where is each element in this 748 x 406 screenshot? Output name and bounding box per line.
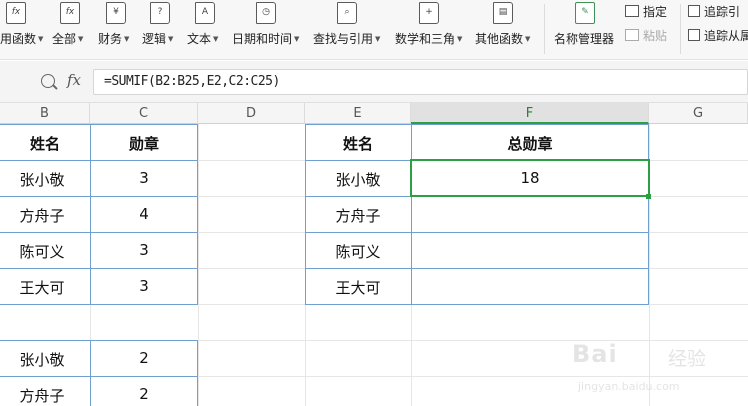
table-border — [305, 268, 649, 269]
table-border — [305, 124, 649, 125]
other-label: 其他函数 ▼ — [475, 32, 531, 46]
table-cell[interactable]: 2 — [90, 349, 198, 367]
table-border — [0, 304, 198, 305]
table-border — [0, 232, 198, 233]
all-functions-button[interactable]: fx 全部 ▼ — [50, 0, 92, 60]
header-cell-name[interactable]: 姓名 — [0, 133, 90, 154]
formula-text: =SUMIF(B2:B25,E2,C2:C25) — [104, 74, 280, 89]
header-cell-medal[interactable]: 勋章 — [90, 133, 198, 154]
other-book-icon: ▤ — [493, 2, 513, 24]
recent-functions-label: 用函数 ▼ — [0, 32, 44, 46]
zoom-icon[interactable] — [41, 74, 55, 88]
header-cell-total-medal[interactable]: 总勋章 — [411, 133, 649, 154]
paste-label: 粘贴 — [643, 29, 668, 43]
table-border — [0, 196, 198, 197]
math-book-icon: + — [419, 2, 439, 24]
clock-book-icon: ◷ — [256, 2, 276, 24]
table-cell[interactable]: 方舟子 — [0, 385, 84, 406]
table-border — [0, 124, 198, 125]
yen-book-icon: ¥ — [106, 2, 126, 24]
text-label: 文本 ▼ — [187, 32, 219, 46]
table-cell[interactable]: 3 — [90, 169, 198, 187]
ribbon-toolbar: fx 用函数 ▼ fx 全部 ▼ ¥ 财务 ▼ ? 逻辑 ▼ A 文本 ▼ ◷ 日期和时间… — [0, 0, 748, 60]
recent-functions-button[interactable]: fx 用函数 ▼ — [0, 0, 44, 60]
logic-label: 逻辑 ▼ — [142, 32, 174, 46]
table-cell[interactable]: 王大可 — [0, 277, 84, 298]
text-book-icon: A — [195, 2, 215, 24]
fill-handle[interactable] — [646, 194, 651, 199]
column-header-d[interactable]: D — [198, 103, 305, 124]
header-cell-name[interactable]: 姓名 — [305, 133, 411, 154]
trace-dependents-label: 追踪从属 — [704, 29, 748, 43]
table-border — [0, 160, 198, 161]
table-cell[interactable]: 张小敬 — [305, 169, 411, 190]
paste-button[interactable]: 粘贴 — [625, 27, 667, 44]
table-cell[interactable]: 方舟子 — [0, 205, 84, 226]
table-cell[interactable]: 张小敬 — [0, 169, 84, 190]
magnifier-book-icon: ⌕ — [337, 2, 357, 24]
finance-label: 财务 ▼ — [98, 32, 130, 46]
watermark-text: 经验 — [668, 348, 707, 370]
table-cell[interactable]: 3 — [90, 241, 198, 259]
gridline — [198, 124, 199, 406]
column-header-e[interactable]: E — [305, 103, 411, 124]
all-functions-label: 全部 ▼ — [52, 32, 84, 46]
name-manager-label: 名称管理器 — [554, 32, 615, 46]
name-manager-icon: ✎ — [575, 2, 595, 24]
fx-icon[interactable]: fx — [67, 71, 81, 89]
trace-dependents-button[interactable]: 追踪从属 — [688, 27, 748, 44]
column-header-c[interactable]: C — [90, 103, 198, 124]
math-functions-button[interactable]: + 数学和三角 ▼ — [395, 0, 469, 60]
ribbon-divider — [680, 4, 681, 54]
column-header-f[interactable]: F — [411, 103, 649, 124]
trace-precedents-button[interactable]: 追踪引 — [688, 3, 740, 20]
trace-precedents-label: 追踪引 — [704, 5, 741, 19]
paste-icon — [625, 29, 639, 41]
column-header-g[interactable]: G — [649, 103, 748, 124]
table-cell[interactable]: 陈可义 — [0, 241, 84, 262]
table-cell[interactable]: 3 — [90, 277, 198, 295]
table-cell[interactable]: 陈可义 — [305, 241, 411, 262]
table-cell[interactable]: 2 — [90, 385, 198, 403]
name-manager-button[interactable]: ✎ 名称管理器 — [553, 0, 617, 60]
watermark-logo: Bai — [572, 340, 618, 368]
fx-icon: fx — [60, 2, 80, 24]
fx-icon: fx — [6, 2, 26, 24]
table-border — [305, 232, 649, 233]
formula-input[interactable]: =SUMIF(B2:B25,E2,C2:C25) — [93, 69, 748, 95]
baidu-jingyan-watermark: Bai 经验 jingyan.baidu.com — [572, 340, 742, 402]
table-cell[interactable]: 王大可 — [305, 277, 411, 298]
watermark-url: jingyan.baidu.com — [578, 380, 680, 393]
assign-label: 指定 — [643, 5, 668, 19]
lookup-functions-button[interactable]: ⌕ 查找与引用 ▼ — [313, 0, 389, 60]
table-border — [0, 340, 198, 341]
assign-button[interactable]: 指定 — [625, 3, 667, 20]
table-border — [305, 304, 649, 305]
text-functions-button[interactable]: A 文本 ▼ — [187, 0, 229, 60]
question-book-icon: ? — [150, 2, 170, 24]
table-icon — [625, 5, 639, 17]
active-cell-border — [410, 159, 650, 197]
trace-icon — [688, 29, 700, 41]
logic-functions-button[interactable]: ? 逻辑 ▼ — [142, 0, 184, 60]
datetime-label: 日期和时间 ▼ — [232, 32, 300, 46]
datetime-functions-button[interactable]: ◷ 日期和时间 ▼ — [232, 0, 306, 60]
table-cell[interactable]: 方舟子 — [305, 205, 411, 226]
other-functions-button[interactable]: ▤ 其他函数 ▼ — [475, 0, 537, 60]
ribbon-divider — [544, 4, 545, 54]
column-header-b[interactable]: B — [0, 103, 90, 124]
lookup-label: 查找与引用 ▼ — [313, 32, 381, 46]
table-cell[interactable]: 4 — [90, 205, 198, 223]
table-cell[interactable]: 张小敬 — [0, 349, 84, 370]
finance-functions-button[interactable]: ¥ 财务 ▼ — [96, 0, 138, 60]
table-border — [0, 376, 198, 377]
trace-icon — [688, 5, 700, 17]
table-border — [0, 268, 198, 269]
math-label: 数学和三角 ▼ — [395, 32, 463, 46]
formula-bar: fx =SUMIF(B2:B25,E2,C2:C25) — [0, 61, 748, 103]
